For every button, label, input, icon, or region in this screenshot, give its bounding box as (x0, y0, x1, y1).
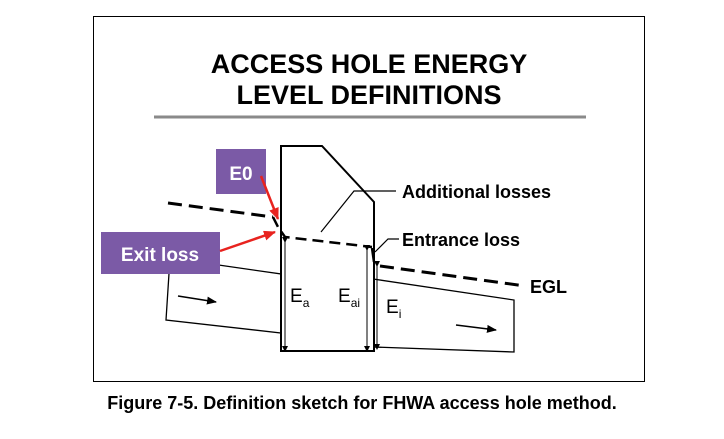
exit-loss-callout-text: Exit loss (121, 245, 199, 266)
figure-caption: Figure 7-5. Definition sketch for FHWA a… (107, 393, 617, 413)
e0-callout-text: E0 (229, 164, 252, 185)
access-hole-diagram: ACCESS HOLE ENERGY LEVEL DEFINITIONS Ea … (101, 49, 586, 353)
entrance-loss-label: Entrance loss (402, 230, 520, 250)
outlet-flow-arrow (455, 324, 497, 333)
diagram-title-line2: LEVEL DEFINITIONS (236, 80, 501, 110)
ei-label: Ei (386, 297, 401, 321)
exit-loss-arrow (219, 230, 276, 253)
egl-label: EGL (530, 277, 567, 297)
e0-arrow (259, 175, 280, 220)
access-hole (280, 145, 375, 352)
inlet-flow-arrow (177, 295, 217, 305)
entrance-loss-leader (374, 238, 399, 253)
diagram-title-line1: ACCESS HOLE ENERGY (211, 49, 528, 79)
additional-losses-label: Additional losses (402, 182, 551, 202)
egl-upstream (167, 201, 274, 219)
